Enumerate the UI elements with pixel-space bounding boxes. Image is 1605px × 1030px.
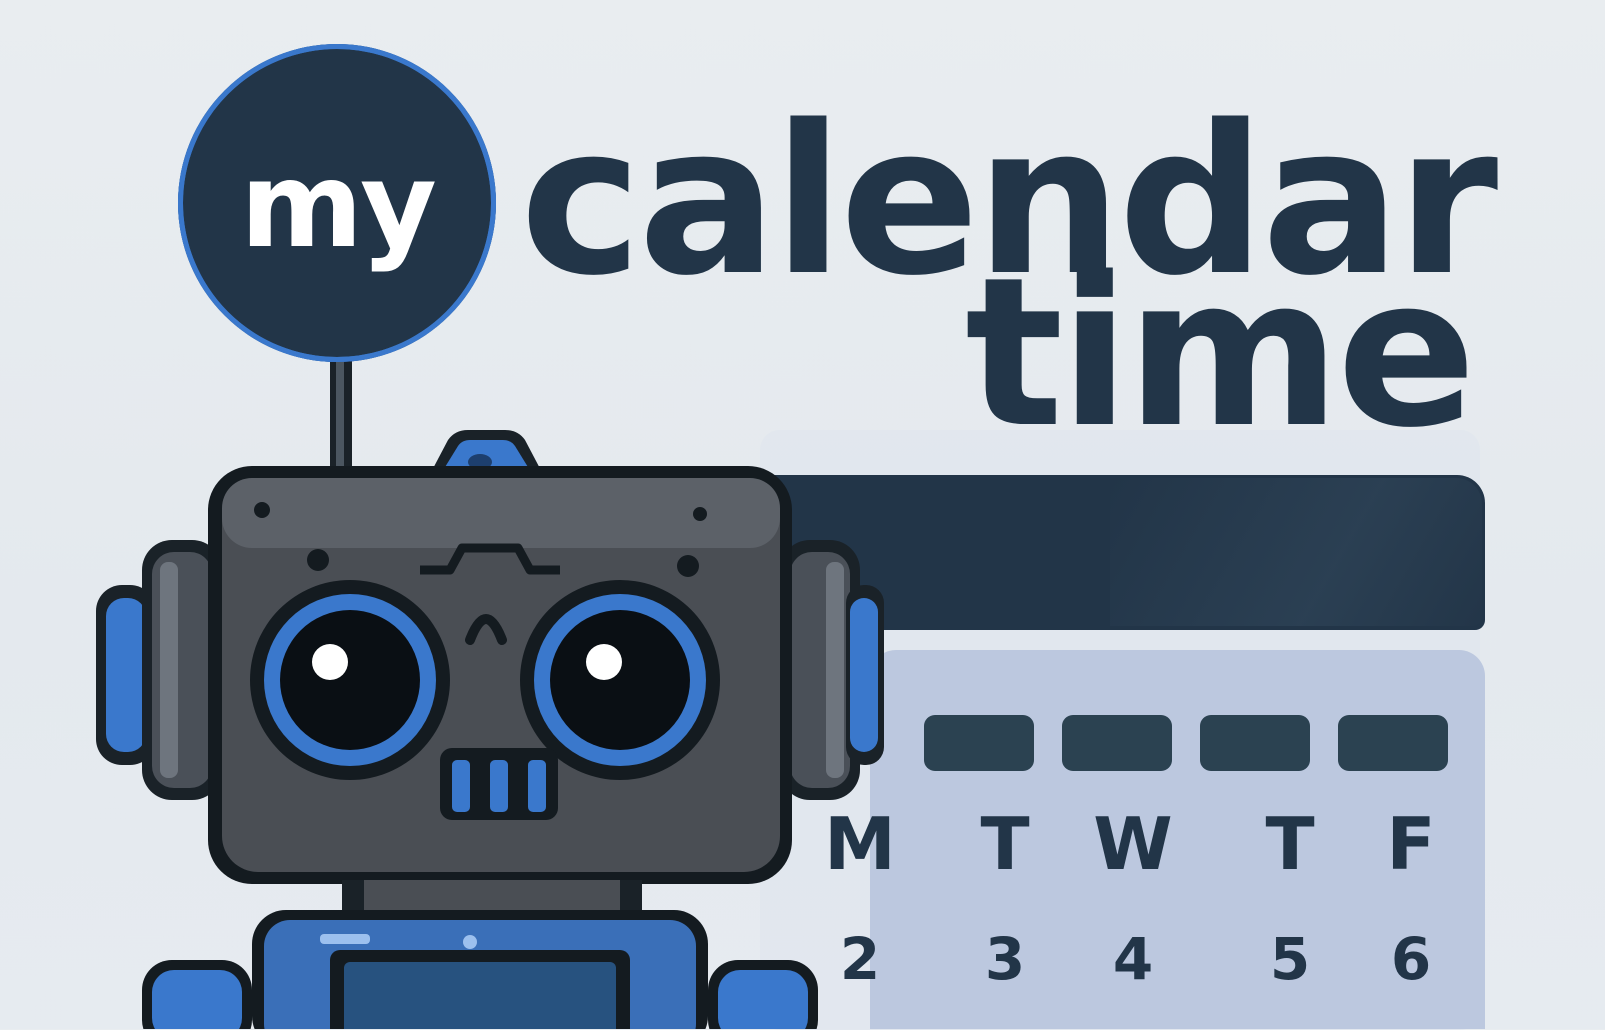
logo-badge-text: my [240,136,437,274]
hero-banner: M T W T F 2 3 4 5 6 calendar time my [0,0,1605,1030]
